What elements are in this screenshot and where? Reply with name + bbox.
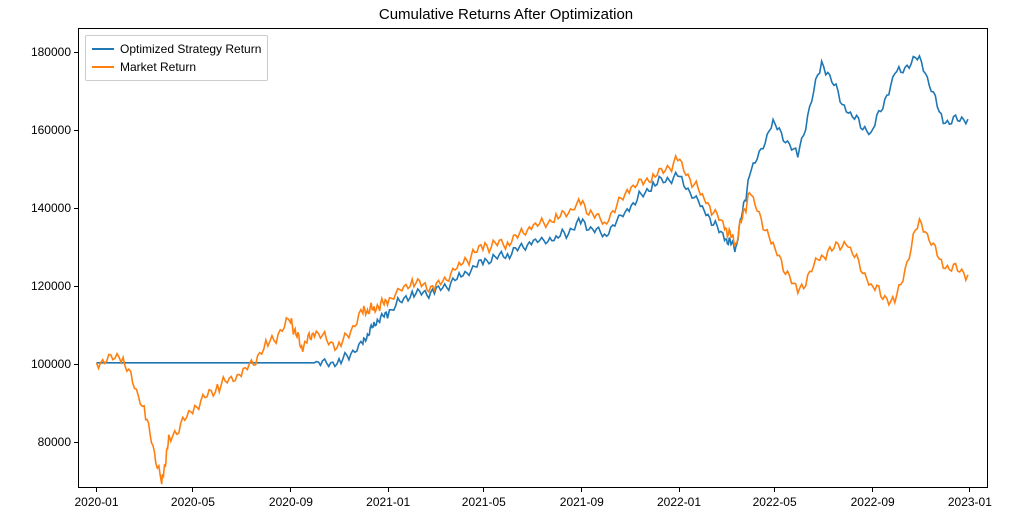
line-market <box>96 156 967 484</box>
chart-title: Cumulative Returns After Optimization <box>0 6 1012 23</box>
legend-swatch-market <box>92 66 114 68</box>
y-tick-label: 160000 <box>31 123 79 137</box>
chart-container: Cumulative Returns After Optimization Op… <box>0 0 1012 528</box>
y-tick-label: 140000 <box>31 201 79 215</box>
y-tick-label: 120000 <box>31 279 79 293</box>
legend-swatch-strategy <box>92 48 114 50</box>
chart-svg <box>79 29 987 487</box>
legend-item-market: Market Return <box>92 58 261 76</box>
legend-item-strategy: Optimized Strategy Return <box>92 40 261 58</box>
plot-area: Optimized Strategy Return Market Return … <box>78 28 988 488</box>
legend-label-market: Market Return <box>120 58 196 76</box>
y-tick-label: 100000 <box>31 357 79 371</box>
legend-label-strategy: Optimized Strategy Return <box>120 40 261 58</box>
legend: Optimized Strategy Return Market Return <box>85 35 268 81</box>
line-optimized <box>96 56 967 366</box>
y-tick-label: 180000 <box>31 45 79 59</box>
y-tick-label: 80000 <box>38 435 79 449</box>
